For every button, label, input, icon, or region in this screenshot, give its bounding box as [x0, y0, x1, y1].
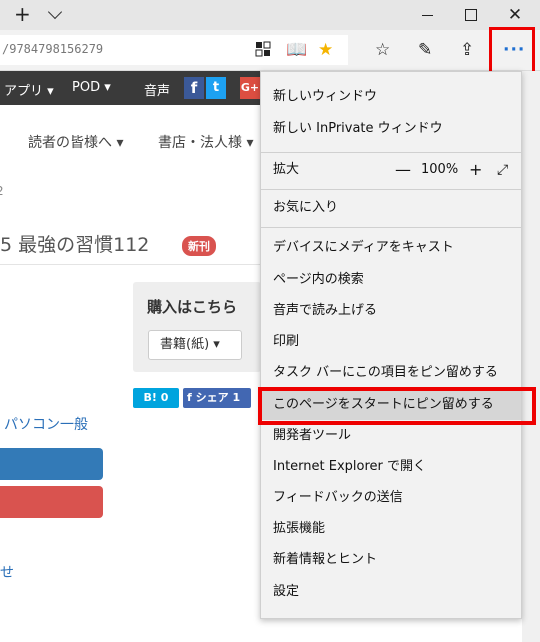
maximize-icon: [465, 9, 477, 21]
menu-extensions[interactable]: 拡張機能: [261, 514, 521, 544]
more-actions-menu: 新しいウィンドウ 新しい InPrivate ウィンドウ 拡大 — 100% +…: [260, 71, 522, 619]
category-link[interactable]: パソコン一般: [4, 414, 88, 434]
menu-find-on-page[interactable]: ページ内の検索: [261, 265, 521, 295]
browser-toolbar: /9784798156279 📖 ★ ☆ ✎ ⇪ ···: [0, 30, 540, 71]
url-text: /9784798156279: [2, 42, 104, 56]
facebook-share-button[interactable]: f シェア 1: [183, 388, 251, 408]
menu-new-window[interactable]: 新しいウィンドウ: [261, 82, 521, 112]
close-button[interactable]: ✕: [492, 0, 538, 30]
reading-view-icon[interactable]: [254, 40, 272, 63]
menu-zoom-row: 拡大 — 100% + ⤢: [261, 155, 521, 185]
zoom-out-button[interactable]: —: [395, 155, 411, 185]
close-icon: ✕: [507, 5, 523, 25]
chevron-down-icon[interactable]: [47, 4, 63, 20]
menu-separator: [261, 227, 521, 228]
facebook-icon[interactable]: f: [184, 77, 204, 99]
purchase-box: 購入はこちら 書籍(紙) ▾: [133, 282, 261, 372]
menu-send-feedback[interactable]: フィードバックの送信: [261, 483, 521, 513]
nav-readers[interactable]: 読者の皆様へ ▾: [28, 132, 123, 152]
twitter-icon[interactable]: t: [206, 77, 226, 99]
scrollbar[interactable]: [522, 71, 540, 642]
new-tab-button[interactable]: +: [14, 2, 31, 26]
menu-read-aloud[interactable]: 音声で読み上げる: [261, 296, 521, 326]
nav-apps[interactable]: アプリ ▾: [4, 80, 54, 99]
menu-separator: [261, 189, 521, 190]
menu-new-private-window[interactable]: 新しい InPrivate ウィンドウ: [261, 114, 521, 144]
menu-pin-to-taskbar[interactable]: タスク バーにこの項目をピン留めする: [261, 358, 521, 388]
site-nav-bar: アプリ ▾ POD ▾ 音声 f t G+: [0, 71, 260, 105]
menu-favorites[interactable]: お気に入り: [261, 193, 521, 223]
maximize-button[interactable]: [448, 0, 494, 30]
menu-settings[interactable]: 設定: [261, 577, 521, 607]
blue-action-button[interactable]: [0, 448, 103, 480]
new-badge: 新刊: [182, 236, 216, 256]
title-bar: + ✕: [0, 0, 540, 30]
hatena-bookmark-button[interactable]: B! 0: [133, 388, 179, 408]
divider: [0, 264, 260, 265]
fullscreen-icon[interactable]: ⤢: [497, 155, 508, 185]
menu-separator: [261, 152, 521, 153]
zoom-in-button[interactable]: +: [469, 155, 482, 185]
share-icon[interactable]: ⇪: [460, 40, 474, 60]
menu-whats-new[interactable]: 新着情報とヒント: [261, 545, 521, 575]
nav-pod[interactable]: POD ▾: [72, 80, 111, 95]
web-note-icon[interactable]: ✎: [418, 40, 432, 60]
google-plus-icon[interactable]: G+: [240, 77, 260, 99]
favorite-star-icon[interactable]: ★: [318, 40, 333, 60]
menu-cast-media[interactable]: デバイスにメディアをキャスト: [261, 233, 521, 263]
nav-voice[interactable]: 音声: [144, 80, 170, 99]
hub-icon[interactable]: ☆: [375, 40, 390, 60]
zoom-level: 100%: [421, 162, 459, 177]
menu-print[interactable]: 印刷: [261, 327, 521, 357]
zoom-label: 拡大: [273, 162, 300, 177]
menu-developer-tools[interactable]: 開発者ツール: [261, 421, 521, 451]
breadcrumb: 2: [0, 184, 4, 198]
red-action-button[interactable]: [0, 486, 103, 518]
purchase-heading: 購入はこちら: [147, 298, 238, 316]
footer-link[interactable]: せ: [0, 562, 14, 582]
minimize-icon: [421, 14, 433, 16]
reading-list-icon[interactable]: 📖: [286, 40, 307, 60]
page-title: 5 最強の習慣112: [0, 234, 150, 256]
menu-open-with-ie[interactable]: Internet Explorer で開く: [261, 452, 521, 482]
minimize-button[interactable]: [404, 0, 450, 30]
highlight-pin-to-start: [258, 387, 536, 425]
format-select[interactable]: 書籍(紙) ▾: [148, 330, 242, 360]
nav-stores[interactable]: 書店・法人様 ▾: [158, 132, 253, 152]
